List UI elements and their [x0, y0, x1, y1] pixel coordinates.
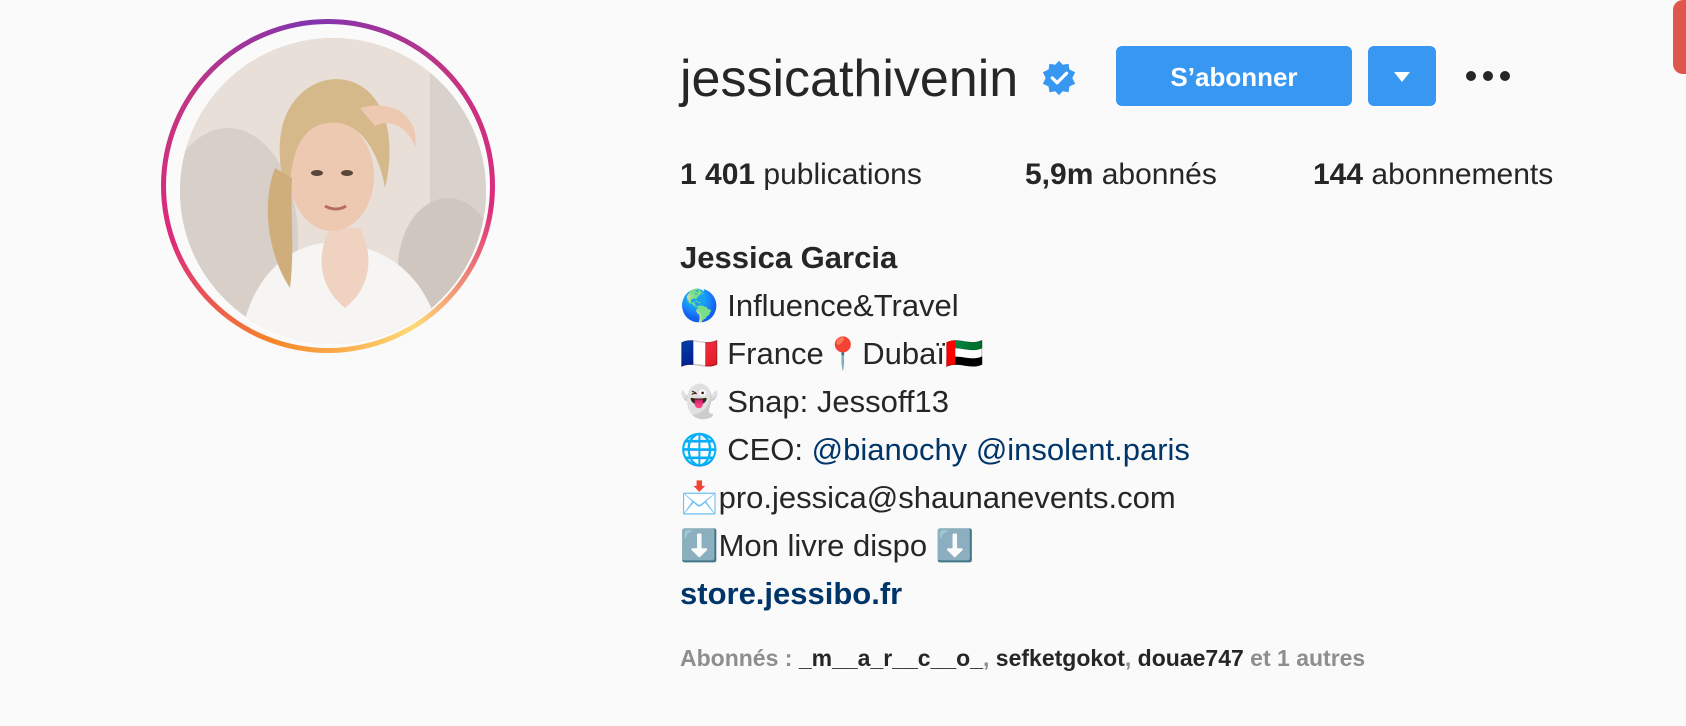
- avatar-ring-gap: [166, 24, 490, 348]
- followers-label: abonnés: [1101, 158, 1217, 191]
- avatar-image: [180, 38, 486, 344]
- website-link[interactable]: store.jessibo.fr: [680, 574, 902, 614]
- side-edge-tab: [1673, 0, 1686, 74]
- following-label: abonnements: [1371, 158, 1554, 191]
- caret-down-icon: [1394, 72, 1410, 82]
- more-dot: [1466, 71, 1476, 81]
- mention-link-bianochy[interactable]: @bianochy: [812, 432, 968, 467]
- avatar-photo: [180, 38, 486, 344]
- more-options-icon[interactable]: [1464, 64, 1512, 88]
- profile-avatar[interactable]: [161, 19, 495, 353]
- bio-line: ⬇️Mon livre dispo ⬇️: [680, 528, 975, 563]
- more-dot: [1483, 71, 1493, 81]
- posts-stat: 1 401 publications: [680, 156, 922, 194]
- separator: ,: [983, 645, 996, 671]
- bio-line: 🇫🇷 France📍Dubaï🇦🇪: [680, 336, 984, 371]
- follower-link[interactable]: douae747: [1138, 645, 1244, 671]
- separator: ,: [1124, 645, 1138, 671]
- suggestions-dropdown-button[interactable]: [1368, 46, 1436, 106]
- more-dot: [1500, 71, 1510, 81]
- following-count: 144: [1313, 158, 1364, 191]
- followers-count: 5,9m: [1025, 158, 1094, 191]
- profile-full-name: Jessica Garcia: [680, 240, 898, 275]
- follow-button[interactable]: S’abonner: [1116, 46, 1352, 106]
- posts-count: 1 401: [680, 158, 756, 191]
- bio-line-email: 📩pro.jessica@shaunanevents.com: [680, 480, 1176, 515]
- followed-by: Abonnés : _m__a_r__c__o_, sefketgokot, d…: [680, 643, 1365, 673]
- bio-line-ceo: 🌐 CEO: @bianochy @insolent.paris: [680, 430, 1190, 470]
- followers-stat[interactable]: 5,9m abonnés: [1025, 156, 1217, 194]
- profile-username: jessicathivenin: [680, 50, 1019, 108]
- followed-by-suffix[interactable]: et 1 autres: [1244, 645, 1365, 671]
- bio-line: 👻 Snap: Jessoff13: [680, 384, 949, 419]
- follower-link[interactable]: _m__a_r__c__o_: [799, 645, 983, 671]
- mention-link-insolent-paris[interactable]: @insolent.paris: [976, 432, 1190, 467]
- bio-ceo-prefix: 🌐 CEO:: [680, 432, 812, 467]
- follower-link[interactable]: sefketgokot: [996, 645, 1125, 671]
- following-stat[interactable]: 144 abonnements: [1313, 156, 1553, 194]
- posts-label: publications: [763, 158, 922, 191]
- verified-badge-icon: [1042, 60, 1076, 96]
- followed-by-prefix: Abonnés :: [680, 645, 799, 671]
- bio-line: 🌎 Influence&Travel: [680, 288, 959, 323]
